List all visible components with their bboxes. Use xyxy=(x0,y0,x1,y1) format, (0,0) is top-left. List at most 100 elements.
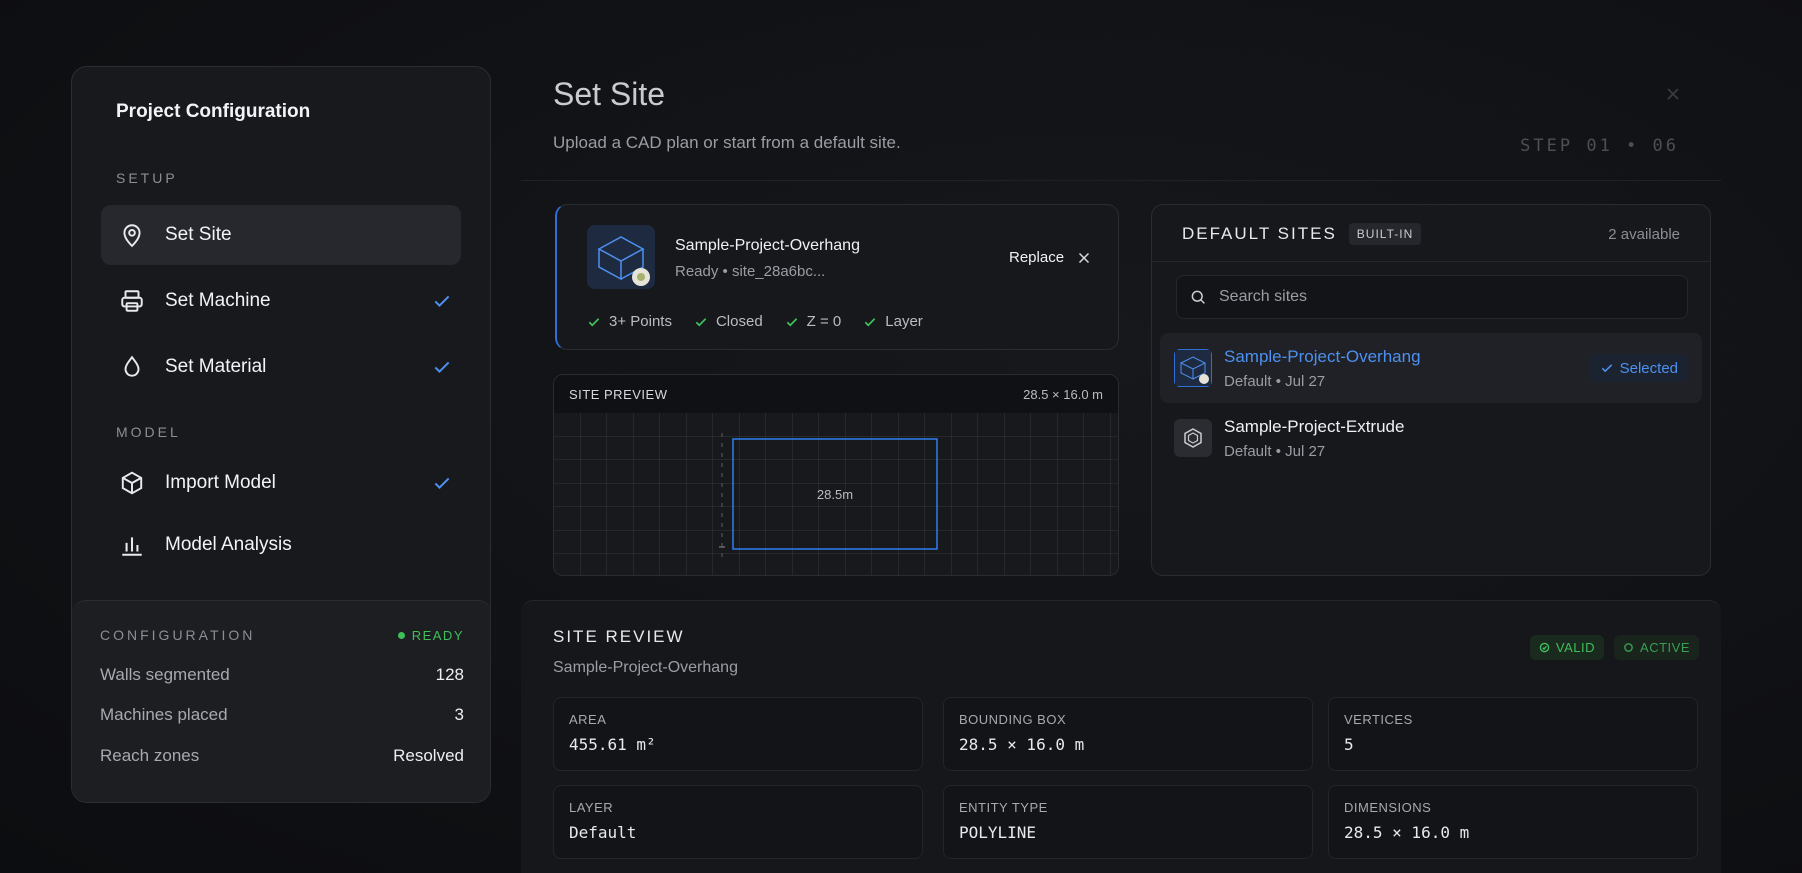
config-key: Walls segmented xyxy=(100,665,230,684)
configuration-title: CONFIGURATION xyxy=(100,627,256,643)
boundary-label: 28.5m xyxy=(817,487,853,502)
sites-count: 2 available xyxy=(1608,225,1680,243)
sidebar-item-label: Import Model xyxy=(165,472,276,493)
stat-tile-area: AREA 455.61 m² xyxy=(553,697,923,771)
stat-value: 28.5 × 16.0 m xyxy=(1344,823,1470,842)
stat-label: LAYER xyxy=(569,800,614,815)
stat-value: 5 xyxy=(1344,735,1354,754)
check-icon xyxy=(864,317,876,326)
search-box xyxy=(1176,275,1688,319)
default-sites-panel: DEFAULT SITES BUILT-IN 2 available Sampl… xyxy=(1151,204,1711,576)
validation-check-label: Layer xyxy=(885,313,923,330)
uploaded-file-card: Sample-Project-Overhang Ready • site_28a… xyxy=(555,204,1119,350)
page-title: Set Site xyxy=(553,76,666,112)
divider xyxy=(1152,261,1710,262)
sidebar-item-set-site[interactable]: Set Site xyxy=(101,205,461,265)
main-panel: Set Site Upload a CAD plan or start from… xyxy=(521,66,1721,873)
shield-check-icon xyxy=(1539,642,1550,653)
remove-file-button[interactable] xyxy=(1075,249,1093,267)
search-input[interactable] xyxy=(1219,288,1659,306)
close-icon xyxy=(1667,88,1679,100)
sidebar: Project Configuration SETUP Set Site Set… xyxy=(71,66,491,803)
stat-label: AREA xyxy=(569,712,607,727)
sidebar-item-import-model[interactable]: Import Model xyxy=(101,453,461,513)
sidebar-item-model-analysis[interactable]: Model Analysis xyxy=(101,515,461,575)
config-value: 128 xyxy=(435,665,464,684)
config-key: Machines placed xyxy=(100,705,228,724)
default-sites-title: DEFAULT SITES xyxy=(1182,224,1337,243)
config-value: Resolved xyxy=(393,746,464,765)
file-thumbnail xyxy=(587,225,655,289)
sidebar-item-set-material[interactable]: Set Material xyxy=(101,337,461,397)
file-status: Ready • site_28a6bc... xyxy=(675,263,826,280)
site-list-item[interactable]: Sample-Project-Overhang Default • Jul 27… xyxy=(1160,333,1702,403)
preview-canvas[interactable]: 28.5m xyxy=(554,413,1119,576)
check-icon xyxy=(588,317,600,326)
site-meta: Default • Jul 27 xyxy=(1224,442,1326,460)
stat-tile-bounding-box: BOUNDING BOX 28.5 × 16.0 m xyxy=(943,697,1313,771)
check-icon xyxy=(431,356,453,378)
sidebar-item-set-machine[interactable]: Set Machine xyxy=(101,271,461,331)
page-subtitle: Upload a CAD plan or start from a defaul… xyxy=(553,133,901,152)
site-meta: Default • Jul 27 xyxy=(1224,372,1326,390)
status-label: READY xyxy=(411,627,464,643)
replace-button[interactable]: Replace xyxy=(1009,249,1064,266)
search-icon xyxy=(1191,290,1205,304)
close-dialog-button[interactable] xyxy=(1663,84,1683,104)
config-row: Walls segmented 128 xyxy=(100,665,464,685)
site-list-item[interactable]: Sample-Project-Extrude Default • Jul 27 xyxy=(1160,403,1702,473)
configuration-panel: CONFIGURATION READY Walls segmented 128 … xyxy=(72,600,490,802)
site-review-panel: SITE REVIEW Sample-Project-Overhang VALI… xyxy=(521,600,1721,873)
check-icon xyxy=(431,472,453,494)
valid-badge: VALID xyxy=(1529,635,1605,660)
sidebar-title: Project Configuration xyxy=(116,101,311,122)
selected-badge: Selected xyxy=(1589,354,1688,382)
stat-tile-vertices: VERTICES 5 xyxy=(1328,697,1698,771)
status-badge: READY xyxy=(397,627,464,643)
site-name: Sample-Project-Overhang xyxy=(1224,346,1421,366)
section-label-setup: SETUP xyxy=(116,170,178,186)
validation-check: 3+ Points xyxy=(587,313,672,330)
stat-value: 28.5 × 16.0 m xyxy=(959,735,1085,754)
stat-label: ENTITY TYPE xyxy=(959,800,1048,815)
preview-dimensions: 28.5 × 16.0 m xyxy=(1023,386,1103,402)
site-review-title: SITE REVIEW xyxy=(553,627,685,646)
valid-label: VALID xyxy=(1555,640,1596,655)
sidebar-item-label: Set Machine xyxy=(165,290,271,311)
validation-check-label: Z = 0 xyxy=(806,313,842,330)
active-badge: ACTIVE xyxy=(1614,635,1699,660)
preview-header: SITE PREVIEW 28.5 × 16.0 m xyxy=(554,375,1118,413)
preview-title: SITE PREVIEW xyxy=(569,386,668,402)
config-key: Reach zones xyxy=(100,746,200,765)
validation-check: Closed xyxy=(694,313,763,330)
step-indicator: STEP 01 • 06 xyxy=(1520,136,1679,156)
stat-value: Default xyxy=(569,823,637,842)
stat-label: DIMENSIONS xyxy=(1344,800,1432,815)
hexagon-icon xyxy=(1174,419,1212,457)
built-in-badge: BUILT-IN xyxy=(1348,223,1422,245)
validation-check: Layer xyxy=(863,313,923,330)
check-icon xyxy=(1601,364,1612,373)
selected-label: Selected xyxy=(1619,359,1678,377)
stat-tile-layer: LAYER Default xyxy=(553,785,923,859)
check-icon xyxy=(786,317,797,326)
site-preview: SITE PREVIEW 28.5 × 16.0 m 28.5m xyxy=(553,374,1119,576)
stat-value: POLYLINE xyxy=(959,823,1037,842)
site-thumbnail xyxy=(1174,349,1212,387)
status-dot-icon xyxy=(397,631,405,639)
config-row: Reach zones Resolved xyxy=(100,746,464,766)
file-name: Sample-Project-Overhang xyxy=(675,237,860,254)
check-icon xyxy=(431,290,453,312)
stat-value: 455.61 m² xyxy=(569,735,656,754)
stat-tile-dimensions: DIMENSIONS 28.5 × 16.0 m xyxy=(1328,785,1698,859)
validation-checks: 3+ Points Closed Z = 0 Layer xyxy=(587,313,923,330)
header-divider xyxy=(521,180,1721,181)
printer-icon xyxy=(119,288,145,314)
check-icon xyxy=(695,317,707,326)
site-review-subtitle: Sample-Project-Overhang xyxy=(553,659,738,676)
stat-tile-entity-type: ENTITY TYPE POLYLINE xyxy=(943,785,1313,859)
sidebar-item-label: Set Material xyxy=(165,356,267,377)
section-label-model: MODEL xyxy=(116,424,181,440)
sidebar-item-label: Model Analysis xyxy=(165,534,292,555)
validation-check-label: 3+ Points xyxy=(609,313,672,330)
